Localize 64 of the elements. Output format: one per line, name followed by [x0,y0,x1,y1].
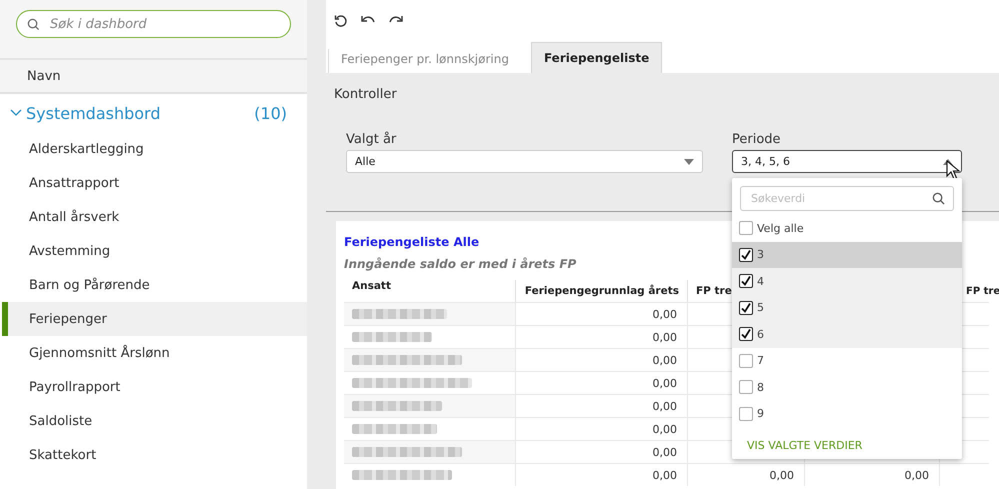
option-label[interactable]: Velg alle [757,222,804,235]
checkbox[interactable] [739,406,753,421]
option-row[interactable]: 9 [732,400,962,427]
report-subtitle: Inngående saldo er med i årets FP [344,257,576,271]
checkbox[interactable] [739,327,753,342]
table-cell: 0,00 [515,348,687,371]
checkbox[interactable] [739,354,753,368]
option-label[interactable]: 4 [757,274,764,288]
option-label[interactable]: 6 [757,328,764,341]
option-row[interactable]: 8 [732,374,962,400]
dropdown-select[interactable]: 3, 4, 5, 6 [732,150,962,173]
search-field[interactable]: Søkeverdi [740,186,954,211]
table-cell: 0,00 [804,463,939,486]
table-cell: 0,00 [515,417,687,440]
checkbox[interactable] [739,274,753,288]
column-header: Ansatt [351,280,392,294]
option-row[interactable]: 6 [732,321,962,348]
group-header[interactable]: Systemdashbord (10) [0,94,307,132]
option-label[interactable]: 5 [757,301,764,314]
checkbox[interactable] [739,248,753,262]
sidebar-item[interactable]: Gjennomsnitt Årslønn [2,336,307,370]
sidebar-item[interactable]: Feriepenger [2,302,307,336]
chevron-icon [10,109,22,117]
sidebar-item[interactable]: Antall årsverk [2,200,307,234]
option-label[interactable]: 3 [757,248,764,262]
option-row[interactable]: 5 [732,294,962,321]
sidebar-item[interactable]: Payrollrapport [2,370,307,404]
sidebar-item[interactable]: Barn og Pårørende [2,268,307,302]
sidebar-item[interactable]: Alderskartlegging [2,132,307,166]
table-cell: 0,00 [687,463,804,486]
table-cell: 0,00 [515,302,687,325]
table-cell: 0,00 [515,463,687,486]
sidebar-item[interactable]: Avstemming [2,234,307,268]
sidebar-item[interactable]: Saldoliste [2,404,307,438]
table-cell: 0,00 [515,440,687,463]
search-field[interactable]: Søk i dashbord [16,10,291,38]
filter-label: Valgt år [346,132,398,147]
checkbox[interactable] [739,300,753,315]
column-header: Feriepengegrunnlag årets [515,280,687,302]
option-row[interactable]: 3 [732,242,962,268]
table-cell: 0,00 [515,325,687,348]
sidebar-item[interactable]: Ansattrapport [2,166,307,200]
search-icon [27,18,40,30]
option-label[interactable]: 8 [757,380,764,394]
report-title: Feriepengeliste Alle [344,235,480,249]
option-label[interactable]: 7 [757,354,764,368]
option-row[interactable]: 4 [732,268,962,294]
caret-down-icon [684,158,694,164]
column-header: Navn [0,60,307,94]
option-row[interactable]: 7 [732,348,962,374]
search-icon [932,192,945,205]
section-title: Kontroller [334,87,398,102]
checkbox[interactable] [739,380,753,394]
table-cell [939,463,989,486]
table-cell: 0,00 [515,394,687,417]
dropdown-select[interactable]: Alle [346,150,703,173]
table-cell [939,440,989,463]
filter-label: Periode [732,132,782,147]
checkbox[interactable] [739,221,753,236]
refresh-icon[interactable] [334,14,348,28]
sidebar-item[interactable]: Skattekort [2,438,307,472]
tab[interactable]: Feriepengeliste [530,42,662,73]
option-label[interactable]: 9 [757,407,764,420]
table-cell: 0,00 [515,371,687,394]
